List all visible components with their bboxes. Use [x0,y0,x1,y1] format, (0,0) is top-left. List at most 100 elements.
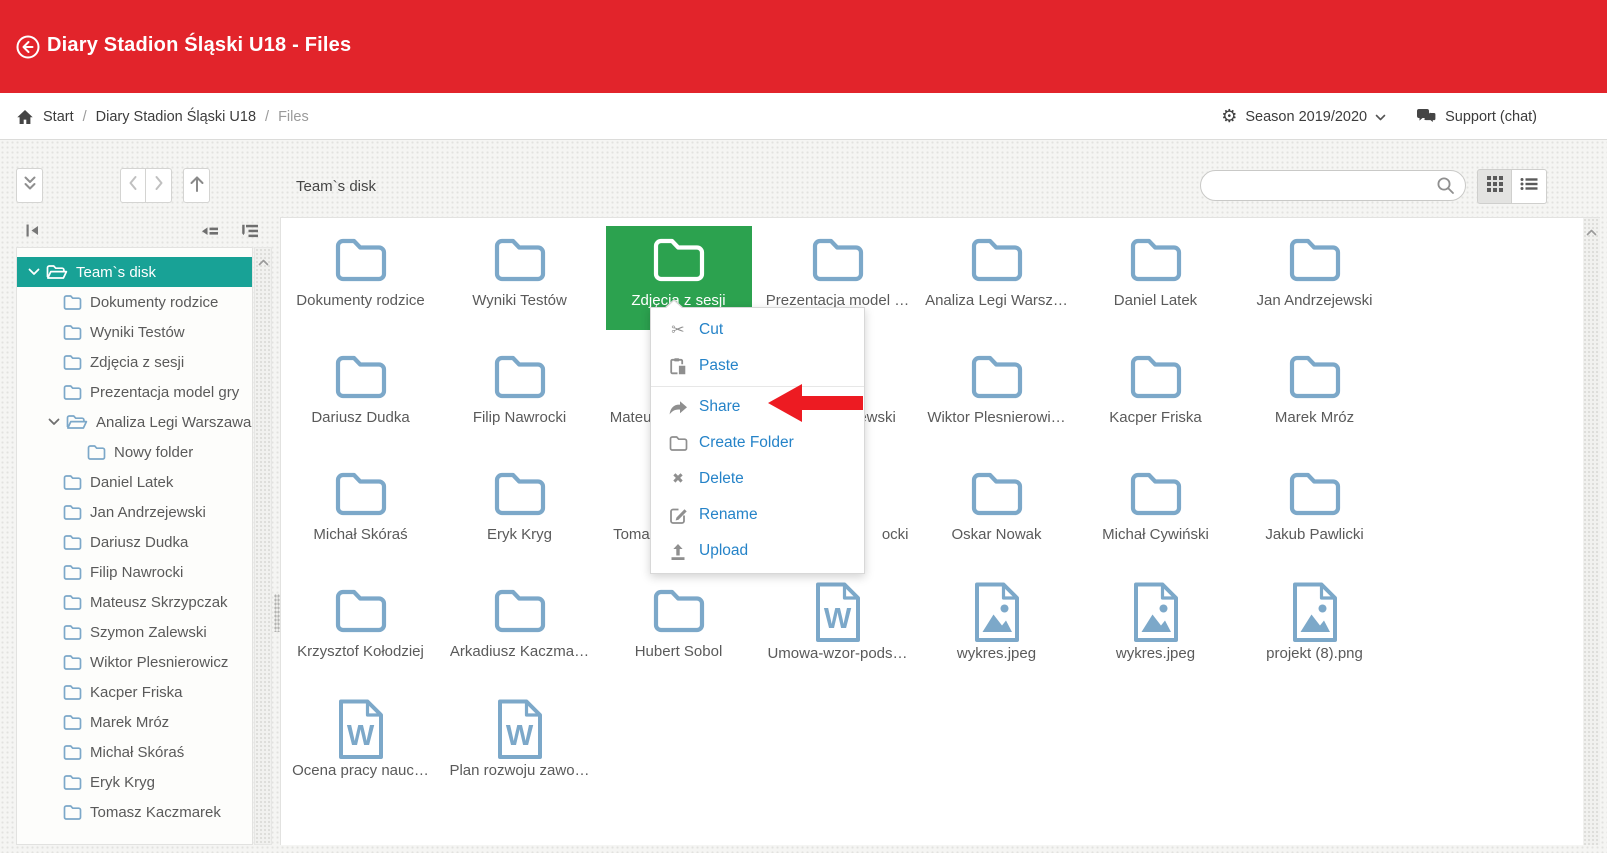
context-menu: ✂CutPaste Share Create Folder ✖DeleteRename… [650,307,865,574]
tile-dokumenty-rodzice[interactable]: Dokumenty rodzice [288,226,434,330]
folder-icon [63,324,82,340]
tile-dariusz-dudka[interactable]: Dariusz Dudka [288,343,434,447]
tile-label: Kacper Friska [1109,409,1202,427]
tile-wykres-jpeg[interactable]: wykres.jpeg [924,577,1070,681]
tile-wyniki-testów[interactable]: Wyniki Testów [447,226,593,330]
tree-item-kacper-friska[interactable]: Kacper Friska [17,677,252,707]
list-view-icon [1520,177,1538,196]
search-input[interactable] [1200,170,1466,201]
tile-krzysztof-kołodziej[interactable]: Krzysztof Kołodziej [288,577,434,681]
folder-icon [1288,354,1342,400]
chevron-down-icon [1375,114,1386,121]
word-file-icon: W [338,699,384,760]
breadcrumb-item-start[interactable]: Start [43,109,74,125]
tile-wiktor-plesnierowi[interactable]: Wiktor Plesnierowi… [924,343,1070,447]
image-file-icon [1133,582,1179,643]
tile-eryk-kryg[interactable]: Eryk Kryg [447,460,593,564]
tree-item-label: Wiktor Plesnierowicz [90,655,228,670]
tile-michał-cywiński[interactable]: Michał Cywiński [1083,460,1229,564]
tree-item-label: Nowy folder [114,445,193,460]
collapse-all-button[interactable] [198,222,222,244]
tile-oskar-nowak[interactable]: Oskar Nowak [924,460,1070,564]
tile-filip-nawrocki[interactable]: Filip Nawrocki [447,343,593,447]
menu-item-create-folder[interactable]: Create Folder [651,425,864,461]
back-nav-button[interactable] [120,168,146,203]
menu-item-delete[interactable]: ✖Delete [651,461,864,497]
breadcrumb-item-diary-stadion-śląski-u18[interactable]: Diary Stadion Śląski U18 [96,109,256,125]
tree-item-filip-nawrocki[interactable]: Filip Nawrocki [17,557,252,587]
tile-arkadiusz-kaczma[interactable]: Arkadiusz Kaczma… [447,577,593,681]
tree-item-marek-mróz[interactable]: Marek Mróz [17,707,252,737]
tile-hubert-sobol[interactable]: Hubert Sobol [606,577,752,681]
tree-item-label: Tomasz Kaczmarek [90,805,221,820]
tree-item-szymon-zalewski[interactable]: Szymon Zalewski [17,617,252,647]
tile-label: Arkadiusz Kaczma… [450,643,589,661]
main-scrollbar[interactable] [1583,217,1600,845]
collapse-sidebar-button[interactable] [20,222,44,244]
folder-icon [652,237,706,283]
tree-item-zdjęcia-z-sesji[interactable]: Zdjęcia z sesji [17,347,252,377]
menu-item-share[interactable]: Share [651,389,864,425]
tree-item-dariusz-dudka[interactable]: Dariusz Dudka [17,527,252,557]
tree-item-mateusz-skrzypczak[interactable]: Mateusz Skrzypczak [17,587,252,617]
folder-icon [63,384,82,400]
support-chat-link[interactable]: Support (chat) [1416,108,1537,125]
tree-item-eryk-kryg[interactable]: Eryk Kryg [17,767,252,797]
tile-plan-rozwoju-zawo[interactable]: WPlan rozwoju zawo… [447,694,593,798]
folder-icon [63,624,82,640]
back-button[interactable] [15,34,41,60]
menu-item-cut[interactable]: ✂Cut [651,312,864,348]
tile-umowa-wzor-pods[interactable]: WUmowa-wzor-pods… [765,577,911,681]
menu-item-rename[interactable]: Rename [651,497,864,533]
current-location-label: Team`s disk [296,178,376,195]
tile-kacper-friska[interactable]: Kacper Friska [1083,343,1229,447]
tree-item-wiktor-plesnierowicz[interactable]: Wiktor Plesnierowicz [17,647,252,677]
tile-jakub-pawlicki[interactable]: Jakub Pawlicki [1242,460,1388,564]
file-grid-panel: Dokumenty rodziceWyniki TestówZdjęcia z … [280,217,1583,845]
tree-item-wyniki-testów[interactable]: Wyniki Testów [17,317,252,347]
tree-item-daniel-latek[interactable]: Daniel Latek [17,467,252,497]
menu-item-upload[interactable]: Upload [651,533,864,569]
tile-analiza-legi-warsz[interactable]: Analiza Legi Warsz… [924,226,1070,330]
collapse-panel-button[interactable] [16,168,43,203]
tile-wykres-jpeg[interactable]: wykres.jpeg [1083,577,1229,681]
tile-projekt-8-png[interactable]: projekt (8).png [1242,577,1388,681]
tree-item-tomasz-kaczmarek[interactable]: Tomasz Kaczmarek [17,797,252,827]
season-selector[interactable]: ⚙ Season 2019/2020 [1221,108,1386,126]
tree-item-michał-skóraś[interactable]: Michał Skóraś [17,737,252,767]
circle-arrow-left-icon [15,47,41,64]
folder-icon [652,588,706,634]
tree-item-label: Kacper Friska [90,685,183,700]
folder-icon [1288,237,1342,283]
menu-item-label: Create Folder [699,434,794,452]
breadcrumb-separator: / [83,109,87,125]
tree-item-jan-andrzejewski[interactable]: Jan Andrzejewski [17,497,252,527]
tree-item-team-s-disk[interactable]: Team`s disk [17,257,252,287]
upload-icon [667,542,689,561]
tile-label: wykres.jpeg [957,645,1036,663]
tree-item-nowy-folder[interactable]: Nowy folder [17,437,252,467]
tree-item-analiza-legi-warszawa[interactable]: Analiza Legi Warszawa [17,407,252,437]
tree-item-label: Mateusz Skrzypczak [90,595,228,610]
home-icon[interactable] [16,109,34,125]
grid-view-button[interactable] [1477,169,1512,204]
menu-item-paste[interactable]: Paste [651,348,864,384]
tile-jan-andrzejewski[interactable]: Jan Andrzejewski [1242,226,1388,330]
tree-item-label: Prezentacja model gry [90,385,239,400]
breadcrumb-item-files: Files [278,109,309,125]
arrow-up-icon [189,174,205,198]
tile-daniel-latek[interactable]: Daniel Latek [1083,226,1229,330]
up-folder-button[interactable] [183,168,210,203]
tile-marek-mróz[interactable]: Marek Mróz [1242,343,1388,447]
tree-scrollbar[interactable] [254,247,272,845]
tile-michał-skóraś[interactable]: Michał Skóraś [288,460,434,564]
tree-item-prezentacja-model-gry[interactable]: Prezentacja model gry [17,377,252,407]
breadcrumb-separator: / [265,109,269,125]
list-view-button[interactable] [1512,169,1547,204]
expand-all-button[interactable] [238,222,262,244]
tree-item-dokumenty-rodzice[interactable]: Dokumenty rodzice [17,287,252,317]
chevron-right-icon [154,175,164,196]
tile-ocena-pracy-nauc[interactable]: WOcena pracy nauc… [288,694,434,798]
chevron-up-icon [258,253,269,263]
forward-nav-button[interactable] [146,168,172,203]
